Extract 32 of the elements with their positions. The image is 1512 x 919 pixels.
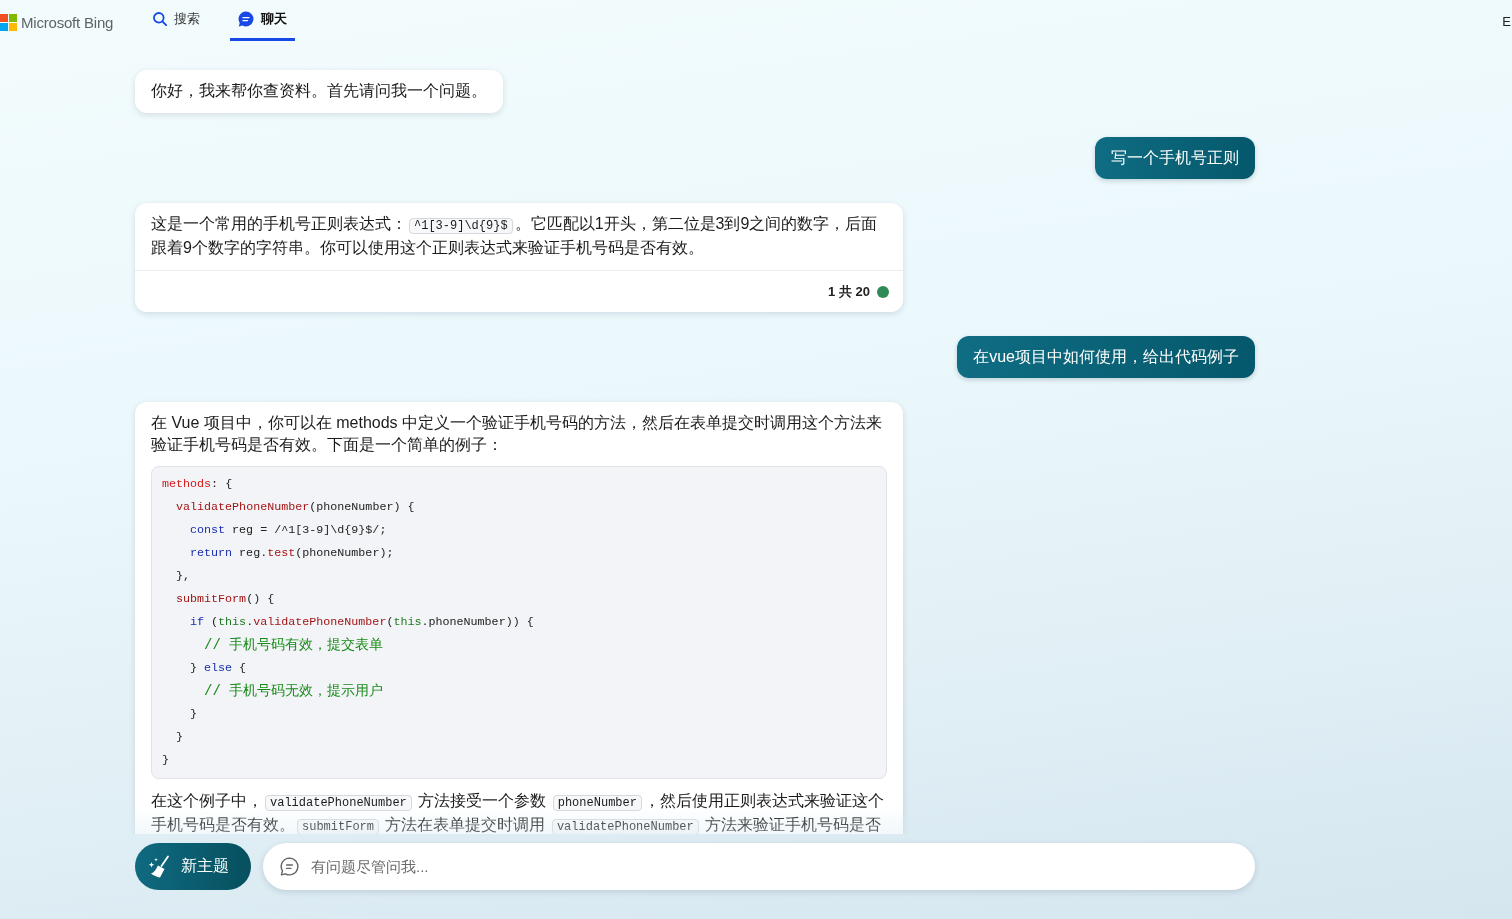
- search-icon: [153, 12, 168, 26]
- code-line: }: [162, 752, 169, 769]
- code-line: validatePhoneNumber(phoneNumber) {: [176, 499, 415, 516]
- chat-bubble-icon: [280, 857, 299, 876]
- user-message: 写一个手机号正则: [1095, 137, 1255, 179]
- message-text: 你好，我来帮你查资料。首先请问我一个问题。: [151, 81, 487, 101]
- code-line: }: [176, 729, 183, 746]
- logo-icon: [0, 13, 17, 31]
- status-dot-icon: [877, 285, 889, 298]
- message-text: 在这个例子中， validatePhoneNumber 方法接受一个参数 phoneNumber ，然后使用正则表达式来验证这个手机号码是否有效。 submitForm 方法在表单提交时调用 validatePhoneNumber 方法来验证手机号码是否: [151, 791, 885, 834]
- broom-icon: [147, 854, 171, 879]
- code-line: // 手机号码有效，提交表单: [204, 636, 384, 655]
- code-line: const reg = /^1[3-9]\d{9}$/;: [190, 522, 387, 539]
- chat-input-field[interactable]: 有问题尽管问我...: [263, 843, 1255, 890]
- message-text: 这是一个常用的手机号正则表达式： ^1[3-9]\d{9}$ 。它匹配以1开头，第二位是3到9之间的数字，后面跟着9个数字的字符串。你可以使用这个正则表达式来验证手机号码是否有效。: [151, 214, 879, 258]
- tab[interactable]: 搜索: [145, 0, 209, 41]
- message-text: 在 Vue 项目中，你可以在 methods 中定义一个验证手机号码的方法，然后在表单提交时调用这个方法来验证手机号码是否有效。下面是一个简单的例子：: [151, 413, 884, 455]
- code-line: methods: {: [162, 476, 233, 493]
- code-line: if (this.validatePhoneNumber(this.phoneNumber)) {: [190, 614, 534, 631]
- code-line: submitForm() {: [176, 591, 275, 608]
- header-link[interactable]: E: [1502, 0, 1512, 44]
- user-message: 在vue项目中如何使用，给出代码例子: [957, 336, 1255, 378]
- new-topic-button[interactable]: 新主题: [135, 843, 251, 890]
- brand-name[interactable]: Microsoft Bing: [21, 13, 114, 31]
- code-line: } else {: [190, 660, 247, 677]
- code-line: },: [176, 568, 191, 585]
- code-line: }: [190, 706, 197, 723]
- chat-bubble-icon: [238, 11, 255, 27]
- code-line: // 手机号码无效，提示用户: [204, 682, 384, 701]
- turn-counter: 1 共 20: [828, 282, 870, 301]
- tab[interactable]: 聊天: [230, 0, 296, 41]
- code-line: return reg.test(phoneNumber);: [190, 545, 394, 562]
